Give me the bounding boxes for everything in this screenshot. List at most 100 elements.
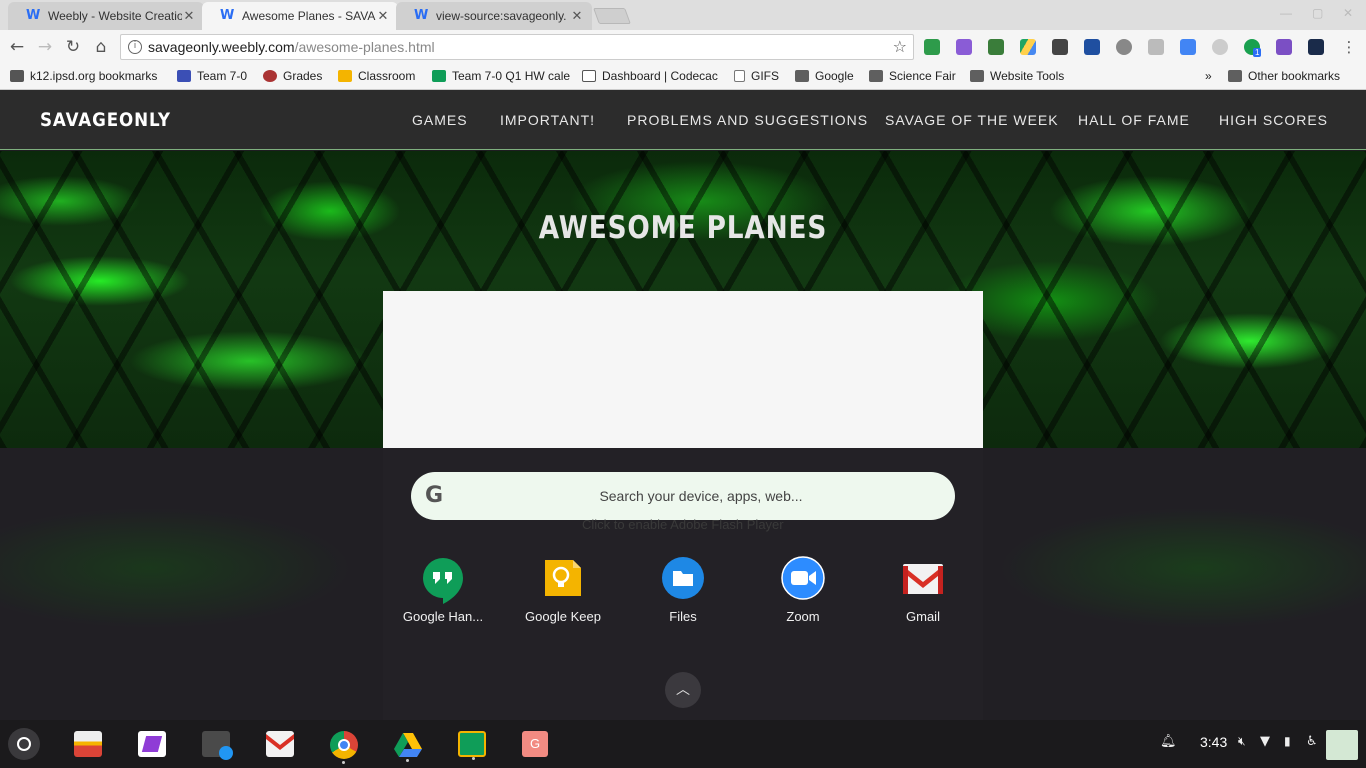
nav-hall-of-fame[interactable]: HALL OF FAME — [1078, 112, 1190, 128]
calc-badge — [219, 746, 233, 760]
tab-awesome-planes[interactable]: W Awesome Planes - SAVA ✕ — [202, 2, 398, 30]
folder-icon — [869, 70, 883, 82]
wifi-icon[interactable]: ▼ — [1260, 734, 1270, 749]
back-icon[interactable]: ← — [6, 36, 28, 58]
book-extension-icon[interactable] — [1084, 39, 1100, 55]
tab-weebly[interactable]: W Weebly - Website Creatio ✕ — [8, 2, 204, 30]
app-zoom[interactable]: Zoom — [753, 556, 853, 624]
puzzle-extension-icon[interactable] — [956, 39, 972, 55]
new-tab-button[interactable] — [593, 8, 631, 24]
grades-icon — [263, 70, 277, 82]
bulb-extension-icon[interactable] — [1308, 39, 1324, 55]
weebly-favicon-icon: W — [220, 8, 235, 23]
expand-launcher-button[interactable]: ︿ — [665, 672, 701, 708]
bookmark-k12[interactable]: k12.ipsd.org bookmarks — [10, 69, 157, 83]
sheets-icon — [432, 70, 446, 82]
bookmark-label: Classroom — [358, 69, 416, 83]
g-app-letter: G — [529, 736, 541, 751]
bookmark-team-7-0[interactable]: Team 7-0 — [177, 69, 247, 83]
nav-savage-of-the-week[interactable]: SAVAGE OF THE WEEK — [885, 112, 1059, 128]
app-label: Zoom — [786, 609, 820, 624]
translate-extension-icon[interactable] — [1180, 39, 1196, 55]
app-google-keep[interactable]: Google Keep — [513, 556, 613, 624]
power-extension-icon[interactable] — [1116, 39, 1132, 55]
launcher-button[interactable] — [8, 728, 40, 760]
hangouts-icon — [421, 556, 465, 604]
classroom-icon — [338, 70, 352, 82]
chrome-canary-icon[interactable] — [74, 731, 102, 757]
bookmark-star-icon[interactable]: ☆ — [893, 37, 907, 56]
notification-bell-icon[interactable]: 🔔︎ — [1160, 734, 1177, 749]
app-google-hangouts[interactable]: Google Han... — [393, 556, 493, 624]
nav-important[interactable]: IMPORTANT! — [500, 112, 595, 128]
g-app-icon[interactable]: G — [522, 731, 548, 757]
drive-extension-icon[interactable] — [1020, 39, 1036, 55]
close-tab-icon[interactable]: ✕ — [376, 8, 390, 24]
minimize-icon[interactable]: — — [1280, 6, 1292, 20]
close-tab-icon[interactable]: ✕ — [570, 8, 584, 24]
google-g-icon: G — [425, 483, 444, 508]
flash-player-prompt[interactable]: Click to enable Adobe Flash Player — [582, 517, 784, 532]
bookmark-folder-google[interactable]: Google — [795, 69, 854, 83]
bookmark-gifs[interactable]: GIFS — [734, 69, 779, 83]
calculator-icon[interactable] — [202, 731, 233, 760]
home-icon[interactable]: ⌂ — [90, 36, 112, 58]
gmail-icon — [901, 556, 945, 600]
accessibility-icon[interactable]: ♿︎ — [1306, 734, 1318, 749]
bookmark-label: Grades — [283, 69, 323, 83]
forward-icon[interactable]: → — [34, 36, 56, 58]
nav-problems-and-suggestions[interactable]: PROBLEMS AND SUGGESTIONS — [627, 112, 868, 128]
bookmark-classroom[interactable]: Classroom — [338, 69, 415, 83]
app-label: Files — [669, 609, 697, 624]
slides-icon[interactable] — [138, 731, 166, 757]
classroom-icon[interactable] — [458, 731, 486, 760]
menu-icon[interactable]: ⋮ — [1338, 36, 1360, 58]
pdf-extension-icon[interactable] — [1276, 39, 1292, 55]
bookmark-label: Team 7-0 — [197, 69, 248, 83]
reload-icon[interactable]: ↻ — [62, 36, 84, 58]
gmail-icon[interactable] — [266, 731, 294, 757]
bookmark-label: GIFS — [751, 69, 780, 83]
chrome-icon[interactable] — [330, 731, 358, 764]
browser-toolbar: ← → ↻ ⌂ i savageonly.weebly.com /awesome… — [0, 30, 1366, 64]
bookmark-folder-science-fair[interactable]: Science Fair — [869, 69, 956, 83]
app-gmail[interactable]: Gmail — [873, 556, 973, 624]
bookmark-grades[interactable]: Grades — [263, 69, 322, 83]
app-launcher: G Google Han... Google Keep Files Zoom G… — [383, 448, 983, 720]
app-label: Google Han... — [402, 609, 484, 624]
address-bar[interactable]: i savageonly.weebly.com /awesome-planes.… — [120, 34, 914, 60]
files-icon — [661, 556, 705, 600]
tab-title: Weebly - Website Creatio — [48, 9, 182, 23]
bookmark-folder-other[interactable]: Other bookmarks — [1228, 69, 1340, 83]
close-tab-icon[interactable]: ✕ — [182, 8, 196, 24]
nav-games[interactable]: GAMES — [412, 112, 468, 128]
clock[interactable]: 3:43 — [1200, 734, 1227, 750]
nav-high-scores[interactable]: HIGH SCORES — [1219, 112, 1328, 128]
page-icon — [734, 70, 745, 82]
film-extension-icon[interactable] — [1052, 39, 1068, 55]
volume-muted-icon[interactable]: 🔇︎ — [1238, 734, 1246, 749]
site-logo[interactable]: SAVAGEONLY — [40, 109, 171, 131]
classroom-extension-icon[interactable] — [924, 39, 940, 55]
chat-extension-icon[interactable]: 1 — [1244, 39, 1262, 57]
site-info-icon[interactable]: i — [128, 40, 142, 54]
launcher-search-input[interactable] — [471, 472, 931, 520]
tab-view-source[interactable]: W view-source:savageonly. ✕ — [396, 2, 592, 30]
bookmark-q1-hw[interactable]: Team 7-0 Q1 HW cale — [432, 69, 570, 83]
running-indicator — [406, 759, 409, 762]
drive-icon[interactable] — [394, 731, 422, 762]
close-window-icon[interactable]: ✕ — [1343, 6, 1353, 20]
avatar[interactable] — [1326, 730, 1358, 760]
download-extension-icon[interactable] — [988, 39, 1004, 55]
bookmark-folder-website-tools[interactable]: Website Tools — [970, 69, 1064, 83]
circle-extension-icon[interactable] — [1212, 39, 1228, 55]
weebly-favicon-icon: W — [414, 8, 429, 23]
bookmark-codecademy[interactable]: Dashboard | Codecac — [582, 69, 720, 83]
bookmarks-overflow-button[interactable]: » — [1205, 69, 1212, 83]
maximize-icon[interactable]: ▢ — [1312, 6, 1323, 20]
folder-icon — [795, 70, 809, 82]
app-files[interactable]: Files — [633, 556, 733, 624]
draw-extension-icon[interactable] — [1148, 39, 1164, 55]
launcher-search-bar[interactable]: G — [411, 472, 955, 520]
battery-icon[interactable]: ▮ — [1284, 734, 1291, 748]
